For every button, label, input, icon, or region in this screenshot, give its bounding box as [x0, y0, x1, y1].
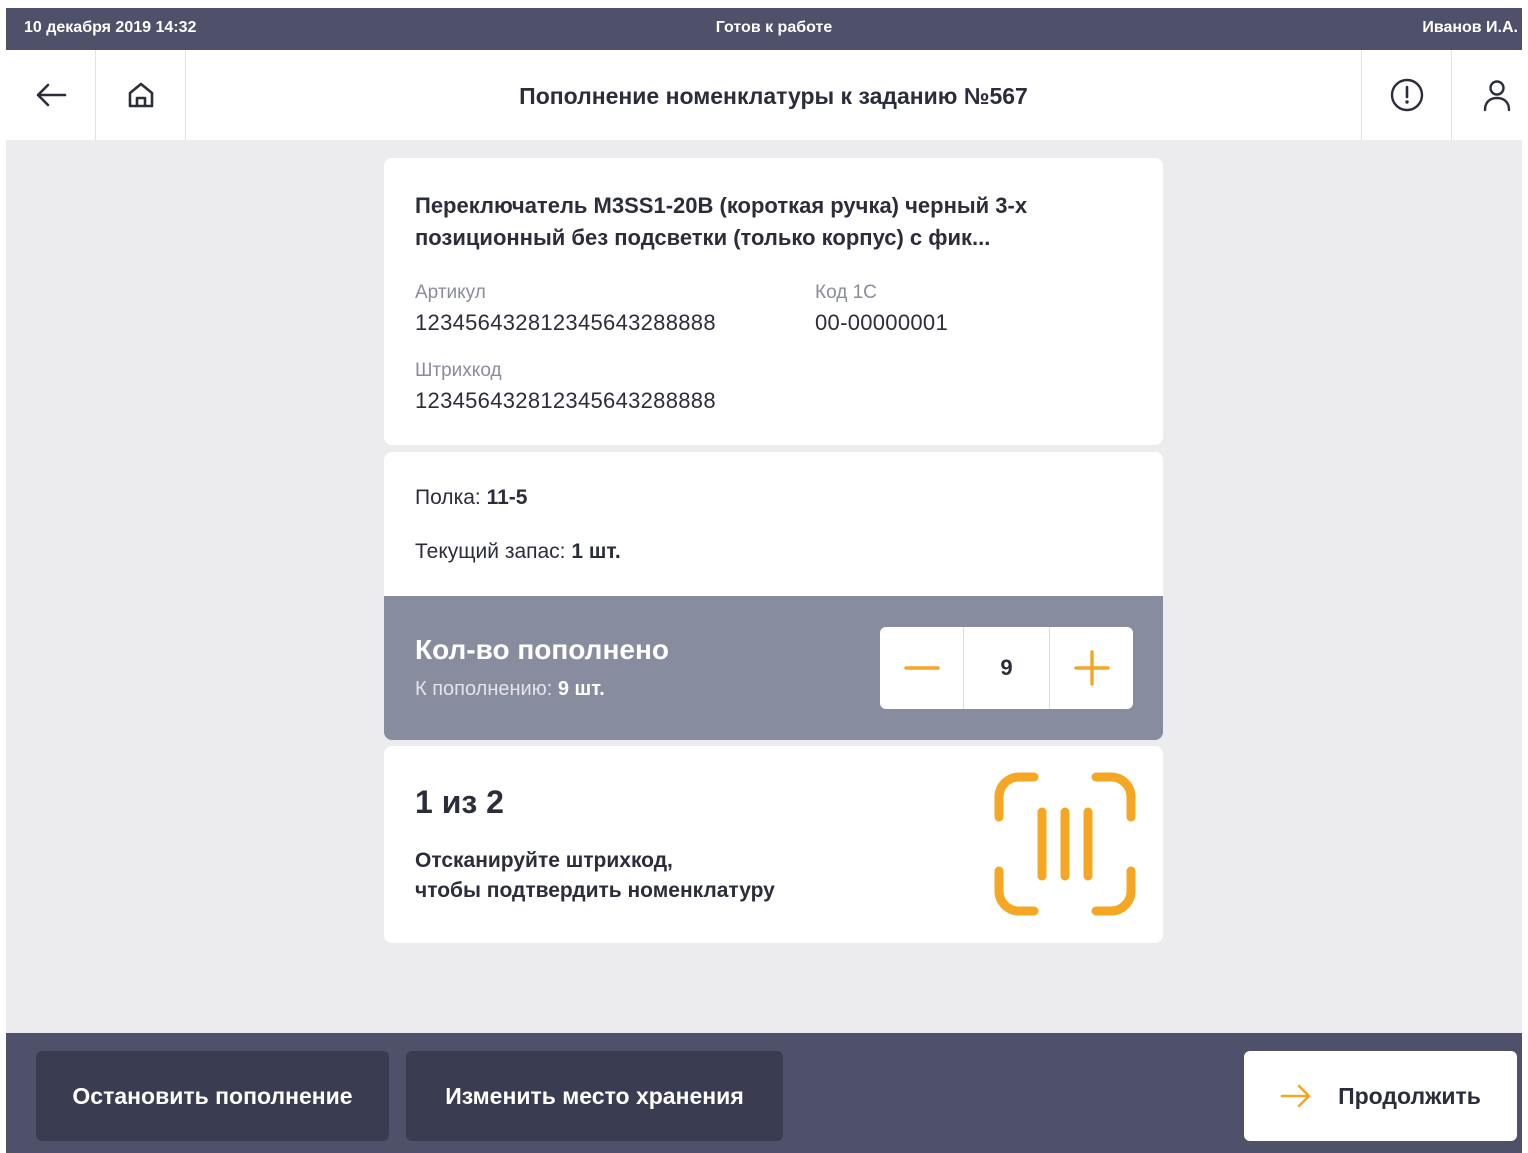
stock-value: 1 шт. — [571, 540, 621, 563]
article-label: Артикул — [415, 282, 486, 303]
continue-label: Продолжить — [1338, 1082, 1481, 1109]
barcode-label: Штрихкод — [415, 360, 502, 381]
product-name: Переключатель M3SS1-20B (короткая ручка)… — [415, 193, 1028, 250]
continue-button[interactable]: Продолжить — [1244, 1051, 1517, 1141]
to-fill-line: К пополнению: 9 шт. — [415, 678, 605, 701]
status-text: Готов к работе — [715, 19, 833, 36]
increment-button[interactable] — [1050, 627, 1133, 709]
shelf-value: 11-5 — [486, 486, 528, 509]
article-value: 123456432812345643288888 — [415, 310, 716, 335]
minus-icon — [903, 666, 940, 670]
scan-instruction-line1: Отсканируйте штрихкод, — [415, 849, 673, 872]
product-card: Переключатель M3SS1-20B (короткая ручка)… — [384, 158, 1163, 445]
replenish-card: Полка: 11-5 Текущий запас: 1 шт. Кол-во … — [384, 452, 1163, 740]
arrow-right-icon — [1280, 1083, 1312, 1109]
scan-instruction: Отсканируйте штрихкод, чтобы подтвердить… — [415, 846, 935, 906]
shelf-line: Полка: 11-5 — [415, 486, 527, 510]
scan-instruction-line2: чтобы подтвердить номенклатуру — [415, 879, 775, 902]
barcode-value: 123456432812345643288888 — [415, 388, 716, 413]
barcode-scan-icon — [994, 772, 1136, 916]
alert-circle-icon — [1390, 78, 1423, 112]
arrow-left-icon — [36, 83, 66, 107]
header: Пополнение номенклатуры к заданию №567 — [6, 50, 1522, 140]
to-fill-label: К пополнению: — [415, 678, 553, 700]
scan-progress: 1 из 2 — [415, 784, 504, 820]
status-user: Иванов И.А. — [1422, 19, 1518, 36]
quantity-stepper: 9 — [880, 627, 1133, 709]
stock-line: Текущий запас: 1 шт. — [415, 540, 621, 564]
shelf-label: Полка: — [415, 486, 481, 509]
app-frame: 10 декабря 2019 14:32 Готов к работе Ива… — [6, 8, 1522, 1153]
change-storage-button[interactable]: Изменить место хранения — [406, 1051, 783, 1141]
alert-button[interactable] — [1361, 50, 1451, 140]
page-title: Пополнение номенклатуры к заданию №567 — [519, 83, 1028, 109]
quantity-title: Кол-во пополнено — [415, 634, 669, 665]
profile-button[interactable] — [1451, 50, 1522, 140]
status-bar: 10 декабря 2019 14:32 Готов к работе Ива… — [6, 8, 1522, 50]
quantity-panel: Кол-во пополнено К пополнению: 9 шт. 9 — [384, 596, 1163, 740]
to-fill-value: 9 шт. — [557, 678, 605, 700]
back-button[interactable] — [6, 50, 96, 140]
home-icon — [128, 82, 153, 108]
quantity-value[interactable]: 9 — [963, 627, 1050, 709]
plus-icon — [1073, 650, 1110, 686]
code-1c-value: 00-00000001 — [815, 310, 948, 335]
stop-replenishment-button[interactable]: Остановить пополнение — [36, 1051, 389, 1141]
footer-bar: Остановить пополнение Изменить место хра… — [6, 1033, 1522, 1153]
scan-card: 1 из 2 Отсканируйте штрихкод, чтобы подт… — [384, 746, 1163, 943]
decrement-button[interactable] — [880, 627, 963, 709]
code-1c-label: Код 1С — [815, 282, 877, 303]
user-icon — [1483, 80, 1510, 112]
stock-label: Текущий запас: — [415, 540, 566, 563]
home-button[interactable] — [96, 50, 186, 140]
